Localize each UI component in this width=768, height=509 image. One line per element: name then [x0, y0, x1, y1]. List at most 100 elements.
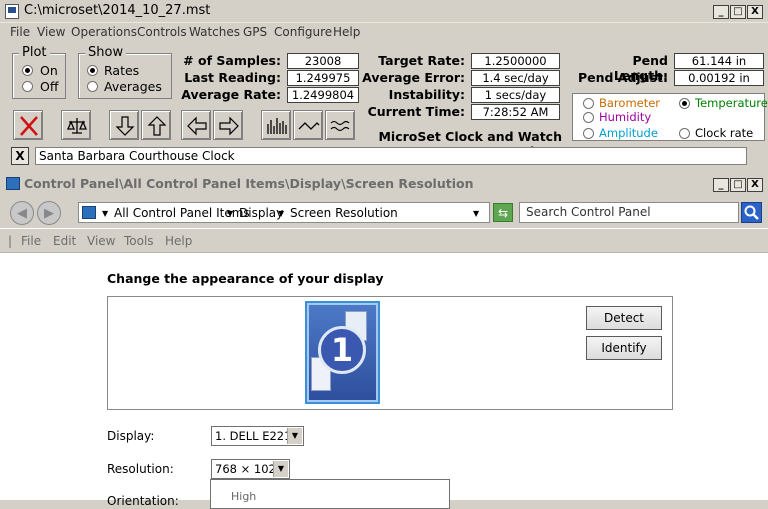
chevron-down-icon: ▼ — [273, 461, 288, 477]
plot-on-radio[interactable] — [22, 65, 33, 76]
average-error-value: 1.4 sec/day — [471, 70, 560, 86]
calibrate-button[interactable] — [61, 110, 91, 140]
clock-name-field[interactable]: Santa Barbara Courthouse Clock — [35, 147, 747, 165]
pend-adjust-label: Pend Adjust: — [577, 70, 668, 85]
plot-on-label: On — [40, 63, 58, 78]
arrow-back-icon: ◀ — [17, 205, 27, 221]
clockrate-label: Clock rate — [695, 126, 754, 140]
down-button[interactable] — [109, 110, 139, 140]
up-button[interactable] — [141, 110, 171, 140]
chevron-down-icon: ▼ — [287, 428, 302, 444]
pend-adjust-value: 0.00192 in — [674, 70, 764, 86]
control-panel-titlebar: Control Panel\All Control Panel Items\Di… — [0, 173, 768, 195]
cp-menu-help[interactable]: Help — [165, 234, 192, 248]
menu-controls[interactable]: Controls — [137, 25, 187, 39]
bar-histogram-icon — [267, 118, 287, 134]
breadcrumb-item[interactable]: Display — [239, 206, 283, 220]
barometer-label: Barometer — [599, 96, 661, 110]
clockrate-radio[interactable] — [679, 128, 690, 139]
menu-gps[interactable]: GPS — [243, 25, 267, 39]
cp-menubar: | File Edit View Tools Help — [0, 229, 768, 253]
arrow-forward-icon: ▶ — [44, 205, 54, 221]
menu-file[interactable]: File — [10, 25, 30, 39]
pend-length-value: 61.144 in — [674, 53, 764, 69]
cp-menu-file[interactable]: File — [21, 234, 41, 248]
menu-operations[interactable]: Operations — [71, 25, 137, 39]
menu-help[interactable]: Help — [333, 25, 360, 39]
breadcrumb-chevron-icon[interactable]: ▼ — [278, 209, 284, 218]
show-rates-label: Rates — [104, 63, 140, 78]
arrow-left-icon — [187, 116, 207, 136]
cp-minimize-button[interactable]: _ — [713, 178, 729, 192]
slider-high-label: High — [231, 490, 257, 503]
menu-watches[interactable]: Watches — [189, 25, 240, 39]
show-averages-label: Averages — [104, 79, 162, 94]
minimize-button[interactable]: _ — [713, 5, 729, 19]
maximize-button[interactable]: □ — [730, 5, 746, 19]
display-select[interactable]: 1. DELL E2210 ▼ — [211, 426, 304, 446]
breadcrumb-chevron-icon[interactable]: ▼ — [227, 209, 233, 218]
orientation-label: Orientation: — [107, 494, 179, 508]
humidity-label: Humidity — [599, 110, 652, 124]
show-legend: Show — [85, 45, 127, 60]
search-button[interactable] — [741, 202, 762, 223]
right-button[interactable] — [213, 110, 243, 140]
amplitude-label: Amplitude — [599, 126, 658, 140]
close-button[interactable]: X — [747, 5, 763, 19]
waveform-button[interactable] — [325, 110, 355, 140]
plot-group: Plot On Off — [12, 45, 66, 99]
cp-menu-edit[interactable]: Edit — [53, 234, 76, 248]
barometer-radio[interactable] — [583, 98, 594, 109]
show-group: Show Rates Averages — [78, 45, 172, 99]
refresh-button[interactable]: ⇆ — [493, 203, 513, 222]
show-rates-radio[interactable] — [87, 65, 98, 76]
amplitude-radio[interactable] — [583, 128, 594, 139]
wave-icon — [298, 122, 320, 130]
search-input[interactable]: Search Control Panel — [519, 202, 739, 223]
histogram-button[interactable] — [261, 110, 291, 140]
left-button[interactable] — [181, 110, 211, 140]
plot-off-label: Off — [40, 79, 59, 94]
instability-label: Instability: — [388, 87, 465, 102]
cp-menu-tools[interactable]: Tools — [124, 234, 154, 248]
microset-window: C:\microset\2014_10_27.mst _ □ X File Vi… — [0, 0, 768, 172]
display-label: Display: — [107, 429, 155, 443]
forward-button[interactable]: ▶ — [37, 201, 61, 225]
menu-configure[interactable]: Configure — [274, 25, 332, 39]
back-button[interactable]: ◀ — [10, 201, 34, 225]
resolution-slider-popup[interactable]: High — [210, 479, 450, 509]
last-reading-label: Last Reading: — [184, 70, 281, 85]
cp-maximize-button[interactable]: □ — [730, 178, 746, 192]
show-averages-radio[interactable] — [87, 81, 98, 92]
wave-button[interactable] — [293, 110, 323, 140]
control-panel-window: Control Panel\All Control Panel Items\Di… — [0, 173, 768, 509]
current-time-label: Current Time: — [367, 104, 465, 119]
app-icon — [5, 4, 19, 19]
breadcrumb-chevron-icon[interactable]: ▼ — [102, 209, 108, 218]
refresh-icon: ⇆ — [497, 205, 509, 220]
identify-button[interactable]: Identify — [586, 336, 662, 360]
detect-button[interactable]: Detect — [586, 306, 662, 330]
arrow-down-icon — [115, 116, 135, 136]
monitor-1-tile[interactable]: 1 — [305, 301, 380, 404]
humidity-radio[interactable] — [583, 112, 594, 123]
target-rate-value: 1.2500000 — [471, 53, 560, 69]
clear-clock-button[interactable]: X — [11, 147, 29, 165]
plot-off-radio[interactable] — [22, 81, 33, 92]
temperature-radio[interactable] — [679, 98, 690, 109]
breadcrumb[interactable]: ▼ All Control Panel Items ▼ Display ▼ Sc… — [78, 202, 490, 223]
cp-menu-view[interactable]: View — [87, 234, 115, 248]
microset-title: C:\microset\2014_10_27.mst — [24, 3, 211, 18]
instability-value: 1 secs/day — [471, 87, 560, 103]
menu-view[interactable]: View — [37, 25, 65, 39]
cp-close-button[interactable]: X — [747, 178, 763, 192]
samples-label: # of Samples: — [183, 53, 281, 68]
balance-scale-icon — [67, 118, 87, 134]
plot-legend: Plot — [19, 45, 50, 60]
stop-button[interactable] — [13, 110, 43, 140]
address-dropdown-icon[interactable]: ▼ — [473, 209, 479, 218]
breadcrumb-item[interactable]: Screen Resolution — [290, 206, 398, 220]
last-reading-value: 1.249975 — [287, 70, 359, 86]
arrow-right-icon — [219, 116, 239, 136]
resolution-select[interactable]: 768 × 1024 ▼ — [211, 459, 290, 479]
